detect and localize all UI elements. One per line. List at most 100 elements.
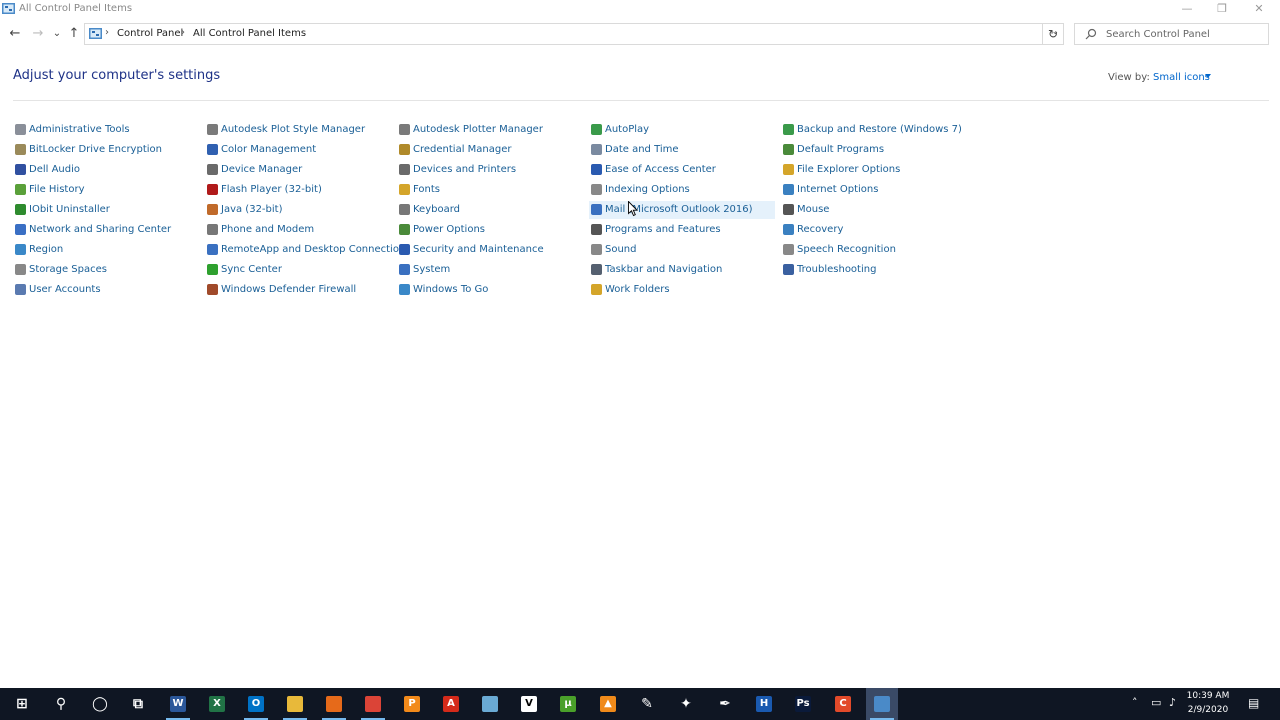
outlook-icon[interactable]: O [244,692,268,716]
control-panel-item[interactable]: Windows Defender Firewall [205,281,391,299]
cortana-icon[interactable]: ◯ [88,692,112,716]
control-panel-item[interactable]: AutoPlay [589,121,775,139]
control-panel-item[interactable]: Keyboard [397,201,583,219]
control-panel-item[interactable]: RemoteApp and Desktop Connections [205,241,411,259]
control-panel-item[interactable]: Mouse [781,201,967,219]
view-by-dropdown[interactable]: Small icons [1153,72,1210,83]
user-accounts-icon [15,284,26,295]
control-panel-item[interactable]: Windows To Go [397,281,583,299]
item-label: Java (32-bit) [221,204,283,215]
photoshop-icon[interactable]: Ps [791,692,815,716]
control-panel-item[interactable]: Indexing Options [589,181,775,199]
back-button[interactable]: ← [6,25,24,43]
control-panel-item[interactable]: Credential Manager [397,141,583,159]
forward-button[interactable]: → [29,25,47,43]
utorrent-icon[interactable]: µ [556,692,580,716]
control-panel-item[interactable]: User Accounts [13,281,199,299]
control-panel-item[interactable]: Device Manager [205,161,391,179]
control-panel-item[interactable]: Date and Time [589,141,775,159]
pen-icon[interactable]: ✒ [713,692,737,716]
control-panel-item[interactable]: IObit Uninstaller [13,201,199,219]
control-panel-item[interactable]: Region [13,241,199,259]
address-bar[interactable]: › Control Panel › All Control Panel Item… [84,23,1064,45]
control-panel-item[interactable]: Sound [589,241,775,259]
control-panel-item[interactable]: File Explorer Options [781,161,967,179]
word-icon[interactable]: W [166,692,190,716]
task-view-icon[interactable]: ⧉ [126,692,150,716]
search-input[interactable]: Search Control Panel [1106,29,1210,40]
breadcrumb-control-panel[interactable]: Control Panel [117,28,183,39]
control-panel-item[interactable]: Devices and Printers [397,161,583,179]
control-panel-item[interactable]: Sync Center [205,261,391,279]
control-panel-item[interactable]: Recovery [781,221,967,239]
search-taskbar-icon[interactable]: ⚲ [49,692,73,716]
control-panel-item[interactable]: Power Options [397,221,583,239]
control-panel-item[interactable]: Internet Options [781,181,967,199]
control-panel-item[interactable]: Java (32-bit) [205,201,391,219]
control-panel-item[interactable]: Network and Sharing Center [13,221,199,239]
admin-tools-icon [15,124,26,135]
settings-app-icon[interactable] [478,692,502,716]
control-panel-item[interactable]: BitLocker Drive Encryption [13,141,199,159]
control-panel-item[interactable]: Taskbar and Navigation [589,261,775,279]
clock-date[interactable]: 2/9/2020 [1186,705,1230,715]
c-app-icon[interactable]: C [831,692,855,716]
colors-icon[interactable]: ✦ [674,692,698,716]
control-panel-item[interactable]: Administrative Tools [13,121,199,139]
control-panel-item[interactable]: Ease of Access Center [589,161,775,179]
ease-of-access-icon [591,164,602,175]
up-button[interactable]: ↑ [65,25,83,43]
volume-icon[interactable]: ♪ [1169,696,1176,709]
control-panel-item[interactable]: Programs and Features [589,221,775,239]
hp-icon[interactable]: H [752,692,776,716]
vnc-icon[interactable]: V [517,692,541,716]
control-panel-item[interactable]: Work Folders [589,281,775,299]
control-panel-item[interactable]: Speech Recognition [781,241,967,259]
iobit-uninstaller-icon [15,204,26,215]
control-panel-item[interactable]: Flash Player (32-bit) [205,181,391,199]
control-panel-item[interactable]: File History [13,181,199,199]
control-panel-item[interactable]: Fonts [397,181,583,199]
control-panel-taskbar-icon[interactable] [870,692,894,716]
control-panel-item[interactable]: System [397,261,583,279]
tool-icon[interactable]: ✎ [635,692,659,716]
control-panel-item[interactable]: Mail (Microsoft Outlook 2016) [589,201,775,219]
start-icon[interactable]: ⊞ [10,692,34,716]
control-panel-item[interactable]: Color Management [205,141,391,159]
pdf-tool-icon[interactable]: P [400,692,424,716]
control-panel-item[interactable]: Phone and Modem [205,221,391,239]
search-icon [1085,28,1097,40]
acrobat-icon[interactable]: A [439,692,463,716]
control-panel-item[interactable]: Backup and Restore (Windows 7) [781,121,967,139]
control-panel-item[interactable]: Storage Spaces [13,261,199,279]
maximize-button[interactable]: ❐ [1203,0,1241,18]
control-panel-item[interactable]: Troubleshooting [781,261,967,279]
notifications-icon[interactable]: ▤ [1248,696,1259,710]
refresh-button[interactable]: ↻ [1042,23,1064,45]
clock-time[interactable]: 10:39 AM [1186,691,1230,701]
network-tray-icon[interactable]: ▭ [1151,696,1161,709]
control-panel-item[interactable]: Autodesk Plot Style Manager [205,121,391,139]
app-glyph: µ [560,696,576,712]
chrome-icon[interactable] [361,692,385,716]
firewall-icon [207,284,218,295]
excel-icon[interactable]: X [205,692,229,716]
vlc-icon[interactable]: ▲ [596,692,620,716]
control-panel-item[interactable]: Dell Audio [13,161,199,179]
close-button[interactable]: ✕ [1240,0,1278,18]
chevron-down-icon[interactable] [1205,74,1211,78]
control-panel-item[interactable]: Autodesk Plotter Manager [397,121,583,139]
search-box[interactable]: Search Control Panel [1074,23,1269,45]
control-panel-item[interactable]: Security and Maintenance [397,241,583,259]
minimize-button[interactable]: — [1168,0,1206,18]
devices-printers-icon [399,164,410,175]
item-label: Storage Spaces [29,264,107,275]
recent-locations-button[interactable]: ⌄ [48,25,66,43]
item-label: Recovery [797,224,844,235]
file-explorer-icon[interactable] [283,692,307,716]
control-panel-item[interactable]: Default Programs [781,141,967,159]
breadcrumb-all-items[interactable]: All Control Panel Items [193,28,306,39]
chevron-up-icon[interactable]: ˄ [1132,696,1138,709]
firefox-icon[interactable] [322,692,346,716]
item-label: Security and Maintenance [413,244,544,255]
